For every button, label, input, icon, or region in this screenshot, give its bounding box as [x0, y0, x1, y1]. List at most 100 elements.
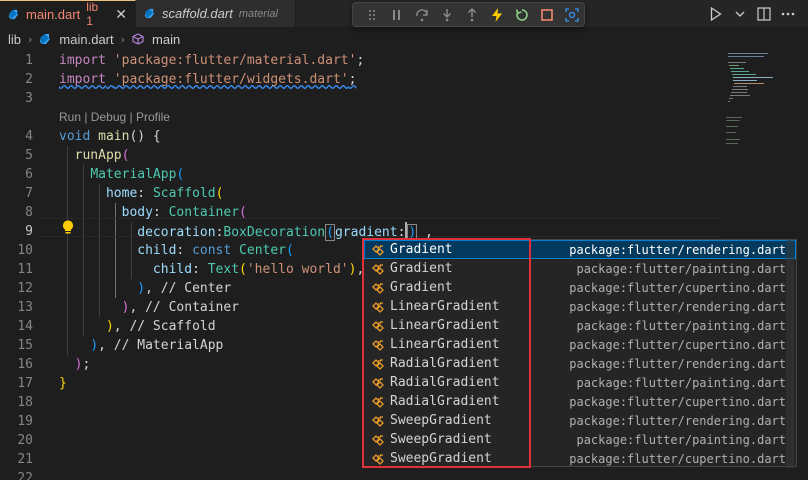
code-line: home: Scaffold(: [105, 186, 224, 201]
line-number: 9: [25, 224, 33, 239]
suggestion-label: SweepGradient: [390, 413, 492, 428]
code-line: ), // Scaffold: [105, 319, 216, 334]
suggestion-item[interactable]: Gradient package:flutter/rendering.dart: [364, 240, 796, 259]
suggestion-detail: package:flutter/rendering.dart: [569, 356, 786, 371]
suggestion-item[interactable]: Gradient package:flutter/painting.dart: [364, 259, 796, 278]
class-icon: [370, 413, 386, 429]
hot-reload-icon[interactable]: [484, 4, 509, 26]
suggestion-detail: package:flutter/cupertino.dart: [569, 394, 786, 409]
suggestion-item[interactable]: Gradient package:flutter/cupertino.dart: [364, 278, 796, 297]
code-line: );: [74, 357, 91, 372]
problem-badge: lib 1: [86, 0, 99, 28]
class-icon: [370, 356, 386, 372]
code-line: }: [59, 376, 67, 391]
code-line: void main() {: [59, 129, 161, 144]
class-icon: [370, 242, 386, 258]
class-icon: [370, 375, 386, 391]
dart-file-icon: [39, 33, 51, 45]
line-number: 8: [25, 205, 33, 220]
line-number: 4: [25, 129, 33, 144]
suggestion-detail: package:flutter/painting.dart: [576, 318, 786, 333]
line-number: 17: [17, 376, 33, 391]
chevron-right-icon: ›: [120, 32, 126, 46]
suggestion-label: LinearGradient: [390, 337, 500, 352]
debug-drag-icon[interactable]: [359, 4, 384, 26]
code-line: import 'package:flutter/widgets.dart';: [59, 72, 357, 87]
tab-label: main.dart: [26, 6, 81, 22]
suggestion-item[interactable]: RadialGradient package:flutter/rendering…: [364, 354, 796, 373]
suggestion-label: Gradient: [390, 280, 453, 295]
tab-scaffold-dart[interactable]: scaffold.dart material: [136, 0, 296, 27]
line-number: 13: [17, 300, 33, 315]
suggestion-label: Gradient: [390, 261, 453, 276]
close-icon[interactable]: ✕: [115, 6, 127, 23]
suggestion-item[interactable]: SweepGradient package:flutter/cupertino.…: [364, 449, 796, 468]
suggestion-detail: package:flutter/rendering.dart: [569, 299, 786, 314]
suggestion-label: RadialGradient: [390, 356, 500, 371]
run-icon[interactable]: [706, 4, 726, 24]
suggestion-label: Gradient: [390, 242, 453, 257]
line-number: 19: [17, 414, 33, 429]
line-number: 21: [17, 452, 33, 467]
suggestion-item[interactable]: RadialGradient package:flutter/cupertino…: [364, 392, 796, 411]
function-icon: [132, 33, 144, 45]
line-number: 3: [25, 91, 33, 106]
code-line: ), // Container: [121, 300, 240, 315]
breadcrumb-folder[interactable]: lib: [8, 32, 21, 47]
pause-icon[interactable]: [384, 4, 409, 26]
lightbulb-icon[interactable]: [62, 219, 74, 234]
suggestion-item[interactable]: SweepGradient package:flutter/painting.d…: [364, 430, 796, 449]
devtools-icon[interactable]: [559, 4, 584, 26]
chevron-down-icon[interactable]: [730, 4, 750, 24]
line-number: 5: [25, 148, 33, 163]
class-icon: [370, 261, 386, 277]
suggestion-label: SweepGradient: [390, 432, 492, 447]
suggestion-item[interactable]: LinearGradient package:flutter/rendering…: [364, 297, 796, 316]
code-line: MaterialApp(: [90, 167, 185, 182]
suggestion-item[interactable]: LinearGradient package:flutter/cupertino…: [364, 335, 796, 354]
code-line: ), // Center: [137, 281, 232, 296]
suggestion-detail: package:flutter/rendering.dart: [569, 413, 786, 428]
suggestion-detail: package:flutter/painting.dart: [576, 261, 786, 276]
suggestion-label: RadialGradient: [390, 394, 500, 409]
suggestion-detail: package:flutter/cupertino.dart: [569, 280, 786, 295]
debug-toolbar: [352, 2, 585, 27]
step-into-icon[interactable]: [434, 4, 459, 26]
suggestion-scrollbar[interactable]: [786, 240, 794, 468]
breadcrumb: lib › main.dart › main: [0, 27, 808, 51]
step-over-icon[interactable]: [409, 4, 434, 26]
split-editor-icon[interactable]: [754, 4, 774, 24]
suggestion-detail: package:flutter/painting.dart: [576, 375, 786, 390]
line-number: 2: [25, 72, 33, 87]
suggestion-item[interactable]: RadialGradient package:flutter/painting.…: [364, 373, 796, 392]
line-number: 15: [17, 338, 33, 353]
line-number: 14: [17, 319, 33, 334]
code-line: ), // MaterialApp: [90, 338, 224, 353]
tab-label: scaffold.dart: [162, 6, 233, 21]
dart-file-icon: [144, 8, 155, 19]
suggestion-label: LinearGradient: [390, 318, 500, 333]
step-out-icon[interactable]: [459, 4, 484, 26]
tab-description: material: [238, 7, 278, 20]
dart-file-icon: [8, 9, 19, 20]
codelens-actions[interactable]: Run | Debug | Profile: [59, 108, 170, 127]
line-number: 1: [25, 53, 33, 68]
more-icon[interactable]: [778, 4, 798, 24]
class-icon: [370, 299, 386, 315]
editor-actions: [706, 0, 808, 27]
breadcrumb-file[interactable]: main.dart: [59, 32, 113, 47]
stop-icon[interactable]: [534, 4, 559, 26]
code-line: runApp(: [74, 148, 130, 163]
suggestion-item[interactable]: LinearGradient package:flutter/painting.…: [364, 316, 796, 335]
code-line: child: const Center(: [137, 243, 294, 258]
line-number: 16: [17, 357, 33, 372]
tab-main-dart[interactable]: main.dart lib 1 ✕: [0, 0, 136, 28]
suggestion-item[interactable]: SweepGradient package:flutter/rendering.…: [364, 411, 796, 430]
restart-icon[interactable]: [509, 4, 534, 26]
line-number: 18: [17, 395, 33, 410]
line-number: 6: [25, 167, 33, 182]
class-icon: [370, 394, 386, 410]
breadcrumb-symbol[interactable]: main: [152, 32, 180, 47]
chevron-right-icon: ›: [28, 32, 33, 46]
suggestion-detail: package:flutter/cupertino.dart: [569, 451, 786, 466]
